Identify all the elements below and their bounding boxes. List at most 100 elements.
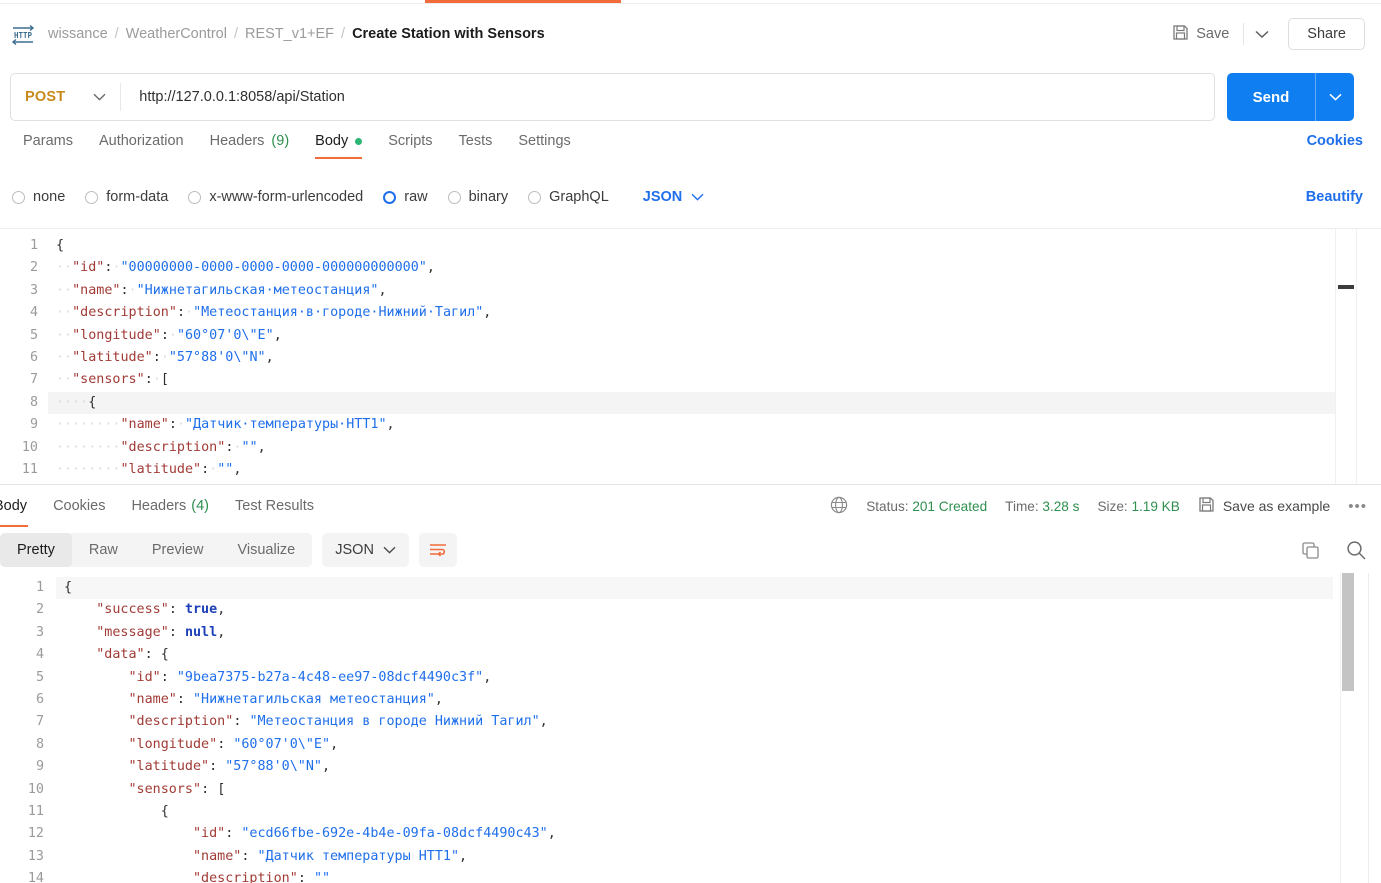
status-value: 201 Created [912,498,988,514]
breadcrumb-item-workspace[interactable]: wissance [48,26,108,42]
radio-label: GraphQL [549,189,609,205]
breadcrumb: wissance / WeatherControl / REST_v1+EF /… [48,26,545,42]
line-number: 6 [35,692,44,708]
line-number: 8 [35,736,44,752]
view-preview[interactable]: Preview [135,533,221,567]
line-number: 11 [21,462,38,478]
scrollbar-thumb[interactable] [1342,573,1354,691]
body-type-form-data[interactable]: form-data [85,189,168,205]
breadcrumb-item-collection[interactable]: WeatherControl [126,26,227,42]
size-value: 1.19 KB [1131,498,1180,514]
body-modified-dot-icon [355,137,363,145]
line-number: 1 [29,238,38,253]
header-actions: Save Share [1162,18,1365,51]
response-tab-headers[interactable]: Headers (4) [118,485,222,527]
response-editor-scrollbar[interactable] [1340,573,1354,883]
line-number: 9 [29,417,38,433]
response-body-editor[interactable]: 1 2 3 4 5 6 7 8 9 10 11 12 13 14 { "success": true, "… [0,573,1381,883]
floppy-disk-icon [1172,24,1189,45]
code-line: ··"id":·"00000000-0000-0000-0000-0000000… [56,260,435,276]
word-wrap-icon[interactable] [418,533,457,567]
url-input[interactable] [121,74,1214,120]
line-number: 5 [35,669,44,685]
tab-settings[interactable]: Settings [505,133,583,159]
ellipsis-icon[interactable]: ••• [1348,498,1367,515]
send-options-caret-icon[interactable] [1316,73,1354,121]
cookies-link[interactable]: Cookies [1307,133,1363,159]
breadcrumb-separator: / [114,26,119,42]
response-toolbar-right [1299,539,1367,561]
response-format-select[interactable]: JSON [322,533,409,567]
tab-params[interactable]: Params [10,133,86,159]
code-line: "id": "9bea7375-b27a-4c48-ee97-08dcf4490… [128,669,492,685]
radio-icon [528,190,542,204]
svg-text:HTTP: HTTP [14,31,33,40]
tab-headers[interactable]: Headers (9) [197,133,303,159]
tab-label: Body [0,498,28,514]
code-line: "description": "Метеостанция в городе Ни… [128,714,548,730]
request-body-editor[interactable]: 1 2 3 4 5 6 7 8 9 10 11 {··"id":·"00000000-0000-00… [0,228,1381,484]
line-number: 8 [29,394,38,410]
size-label: Size: [1097,498,1128,514]
save-options-caret-icon[interactable] [1248,20,1276,48]
code-line: ··"latitude":·"57°88'0\"N", [56,350,274,366]
response-line-numbers: 1 2 3 4 5 6 7 8 9 10 11 12 13 14 [0,573,56,883]
radio-label: form-data [106,189,169,205]
globe-icon [830,496,848,517]
tab-label: Headers [209,133,265,149]
body-type-binary[interactable]: binary [447,189,508,205]
response-tab-cookies[interactable]: Cookies [40,485,118,527]
line-number: 2 [35,602,44,618]
tab-count: (4) [191,498,209,514]
save-button[interactable]: Save [1162,18,1239,51]
search-icon[interactable] [1345,539,1367,561]
http-protocol-icon: HTTP [10,22,36,46]
body-type-urlencoded[interactable]: x-www-form-urlencoded [188,189,363,205]
radio-icon [447,190,461,204]
save-as-example-button[interactable]: Save as example [1198,496,1330,516]
tab-label: Settings [518,133,571,149]
line-number: 14 [27,871,44,883]
editor-right-edge [1368,573,1369,883]
view-pretty[interactable]: Pretty [0,533,72,567]
body-type-options: none form-data x-www-form-urlencoded raw… [0,178,1381,216]
chevron-down-icon [383,542,396,558]
status-code: Status: 201 Created [866,499,987,514]
copy-icon[interactable] [1299,539,1321,561]
tab-label: Cookies [53,498,106,514]
code-line: "name": "Датчик температуры HTT1", [193,848,468,864]
code-line: "latitude": "57°88'0\"N", [128,759,331,775]
tab-body[interactable]: Body [302,133,375,159]
share-button[interactable]: Share [1288,18,1365,50]
postman-request-window: HTTP wissance / WeatherControl / REST_v1… [0,0,1381,883]
breadcrumb-item-folder[interactable]: REST_v1+EF [245,26,334,42]
line-number: 11 [27,804,44,820]
response-size: Size: 1.19 KB [1097,499,1179,514]
breadcrumb-item-request[interactable]: Create Station with Sensors [352,26,545,42]
method-selector[interactable]: POST [11,74,120,120]
code-line: "description": "" [193,871,331,883]
editor-minimap[interactable] [1335,229,1357,484]
view-raw[interactable]: Raw [72,533,135,567]
response-time: Time: 3.28 s [1005,499,1079,514]
response-tab-test-results[interactable]: Test Results [222,485,327,527]
tab-authorization[interactable]: Authorization [86,133,197,159]
beautify-button[interactable]: Beautify [1306,189,1363,205]
request-json-code[interactable]: {··"id":·"00000000-0000-0000-0000-000000… [56,229,1335,484]
response-view-segments: Pretty Raw Preview Visualize [0,533,313,567]
line-number: 7 [35,714,44,730]
view-visualize[interactable]: Visualize [220,533,312,567]
tab-label: Scripts [388,133,433,149]
request-editor-scrollbar[interactable] [1369,229,1381,484]
send-button[interactable]: Send [1227,73,1315,121]
body-format-select[interactable]: JSON [643,189,705,205]
body-type-graphql[interactable]: GraphQL [528,189,609,205]
body-format-label: JSON [642,189,683,205]
tab-scripts[interactable]: Scripts [375,133,445,159]
line-number: 4 [35,647,44,663]
tab-tests[interactable]: Tests [446,133,506,159]
response-json-code[interactable]: { "success": true, "message": null, "dat… [64,573,1333,883]
response-tab-body[interactable]: Body [0,485,40,527]
body-type-raw[interactable]: raw [383,189,428,205]
body-type-none[interactable]: none [12,189,65,205]
